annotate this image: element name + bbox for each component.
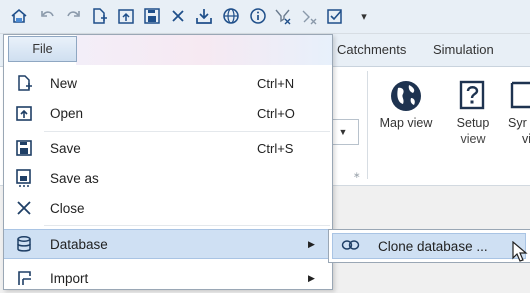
menu-item-label: Save as — [50, 170, 99, 186]
symbology-view-button[interactable]: Syr vi — [508, 77, 530, 147]
menu-item-close[interactable]: Close — [4, 193, 332, 223]
close-icon — [13, 197, 35, 219]
question-document-icon — [459, 80, 485, 110]
menu-separator — [44, 131, 330, 132]
submenu-item-clone-database[interactable]: Clone database ... — [332, 233, 526, 259]
tab-catchments[interactable]: Catchments — [337, 42, 406, 57]
file-menu: File New Ctrl+N Open Ctrl+O Save Ctrl+S … — [3, 34, 333, 290]
save-icon — [13, 137, 35, 159]
menu-item-database[interactable]: Database ▶ — [4, 229, 332, 259]
symbology-label-line1: Syr — [508, 116, 527, 130]
menu-item-label: New — [50, 75, 78, 91]
download-icon[interactable] — [193, 5, 215, 27]
submenu-item-label: Clone database ... — [378, 238, 488, 254]
setup-view-button[interactable]: Setup view — [446, 77, 500, 147]
checkbox-icon[interactable] — [324, 5, 346, 27]
menu-item-import[interactable]: Import ▶ — [4, 263, 332, 293]
setup-view-label-line2: view — [460, 132, 486, 146]
group-expand-icon[interactable]: ∗ — [353, 170, 361, 181]
menu-item-new[interactable]: New Ctrl+N — [4, 68, 332, 98]
menu-item-shortcut: Ctrl+O — [257, 105, 295, 121]
new-file-icon — [13, 72, 35, 94]
quick-access-toolbar: ▾ — [0, 0, 530, 34]
filter-clear-icon[interactable] — [272, 5, 294, 27]
symbology-label-line2: vi — [522, 132, 530, 146]
setup-view-label-line1: Setup — [456, 116, 490, 130]
map-view-label: Map view — [379, 116, 433, 130]
ribbon-separator — [367, 71, 368, 179]
file-tab[interactable]: File — [8, 36, 77, 62]
home-icon[interactable] — [8, 5, 30, 27]
menu-separator — [44, 225, 330, 226]
mouse-cursor-icon — [512, 241, 528, 262]
filter-remove-icon[interactable] — [298, 5, 320, 27]
close-icon[interactable] — [167, 5, 189, 27]
menu-item-save[interactable]: Save Ctrl+S — [4, 133, 332, 163]
menu-item-label: Import — [50, 270, 89, 286]
info-icon[interactable] — [247, 5, 269, 27]
tab-simulation[interactable]: Simulation — [433, 42, 494, 57]
submenu-arrow-icon: ▶ — [308, 238, 315, 249]
new-file-icon[interactable] — [88, 5, 110, 27]
save-as-icon — [13, 167, 35, 189]
menu-item-label: Open — [50, 105, 84, 121]
submenu-arrow-icon: ▶ — [308, 272, 315, 283]
database-icon — [13, 233, 35, 255]
partial-icon — [510, 81, 530, 109]
globe-map-icon — [391, 81, 421, 111]
map-view-button[interactable]: Map view — [376, 77, 436, 131]
globe-icon[interactable] — [220, 5, 242, 27]
menu-item-shortcut: Ctrl+S — [257, 140, 294, 156]
menu-item-open[interactable]: Open Ctrl+O — [4, 98, 332, 128]
menu-item-label: Database — [50, 236, 108, 252]
import-icon — [13, 267, 35, 289]
undo-icon[interactable] — [37, 5, 59, 27]
menu-item-label: Close — [50, 200, 85, 216]
customize-dropdown-icon[interactable]: ▾ — [353, 5, 375, 27]
menu-item-label: Save — [50, 140, 81, 156]
open-icon[interactable] — [115, 5, 137, 27]
clone-icon — [341, 239, 361, 254]
save-icon[interactable] — [141, 5, 163, 27]
menu-item-save-as[interactable]: Save as — [4, 163, 332, 193]
menu-item-shortcut: Ctrl+N — [257, 75, 295, 91]
open-icon — [13, 102, 35, 124]
database-submenu: Clone database ... — [328, 229, 530, 263]
menu-banner — [76, 35, 332, 65]
redo-icon[interactable] — [62, 5, 84, 27]
